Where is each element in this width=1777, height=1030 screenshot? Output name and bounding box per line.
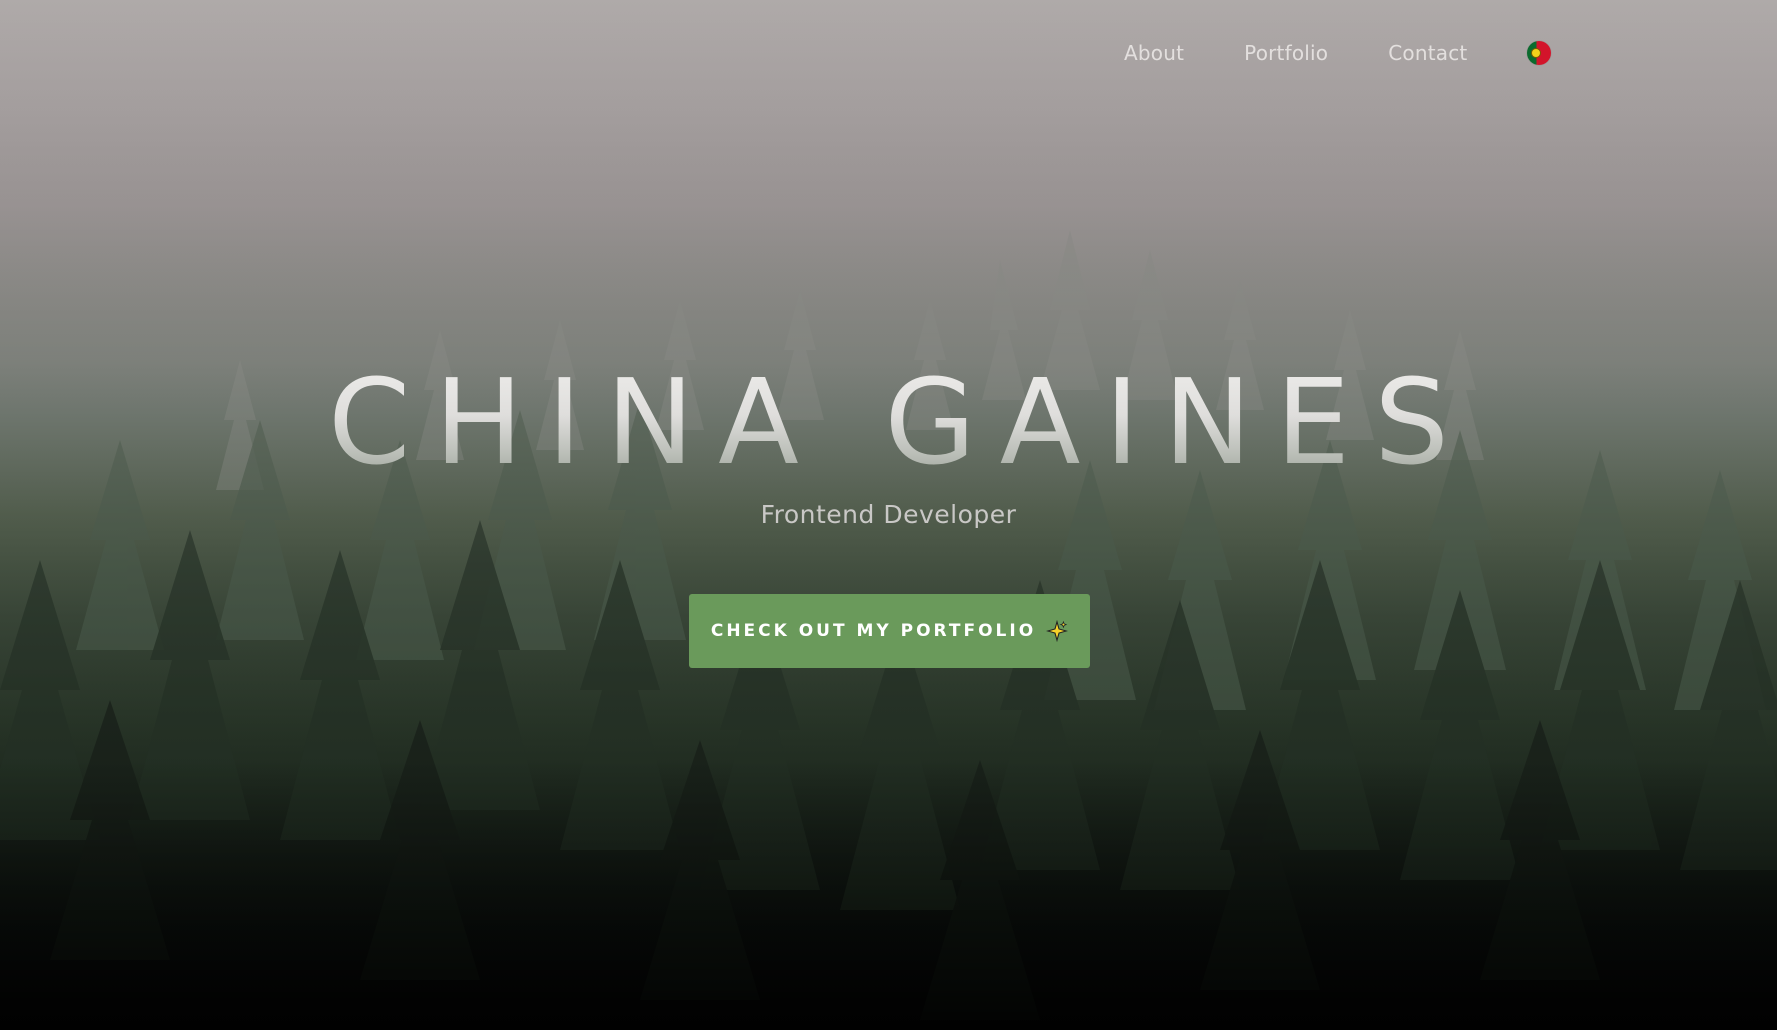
hero-title: CHINA GAINES	[0, 352, 1777, 492]
cta-label: CHECK OUT MY PORTFOLIO	[710, 621, 1037, 641]
portugal-flag-icon[interactable]	[1527, 41, 1552, 65]
flag-emblem	[1531, 48, 1542, 58]
nav-link-about[interactable]: About	[1124, 41, 1184, 65]
nav-link-contact[interactable]: Contact	[1388, 41, 1467, 65]
portfolio-cta-button[interactable]: CHECK OUT MY PORTFOLIO	[689, 594, 1090, 668]
top-navigation: About Portfolio Contact	[1124, 38, 1552, 68]
nav-link-portfolio[interactable]: Portfolio	[1244, 41, 1328, 65]
hero-section: About Portfolio Contact CHINA GAINES Fro…	[0, 0, 1777, 1030]
hero-subtitle: Frontend Developer	[760, 500, 1017, 529]
sparkle-icon	[1046, 620, 1069, 642]
